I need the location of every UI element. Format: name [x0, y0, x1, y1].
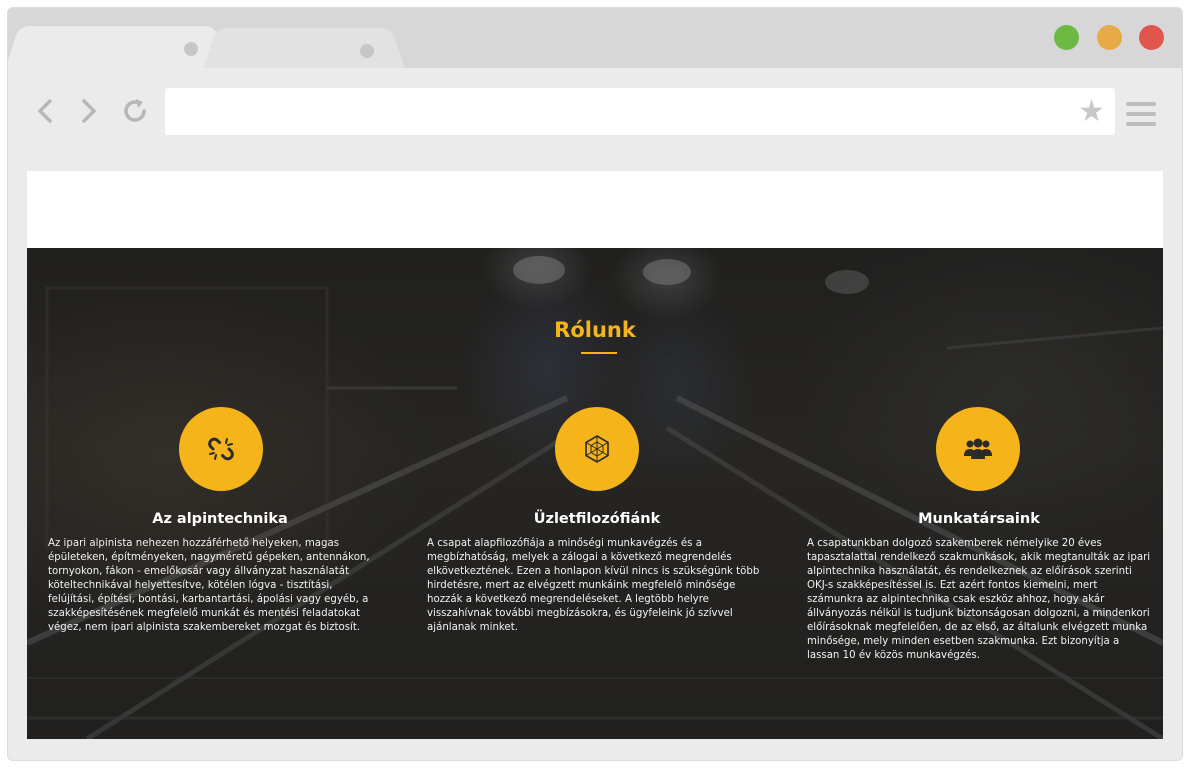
hamburger-menu-icon[interactable]	[1126, 102, 1156, 126]
users-group-icon	[964, 438, 992, 459]
tab-bar	[8, 8, 1182, 70]
tab-close-icon[interactable]	[184, 42, 198, 56]
broken-link-icon	[208, 437, 234, 461]
feature-text: A csapat alapfilozófiája a minőségi munk…	[427, 538, 760, 633]
title-underline	[581, 352, 617, 354]
window-maximize-button[interactable]	[1054, 25, 1079, 50]
window-close-button[interactable]	[1139, 25, 1164, 50]
section-title: Rólunk	[554, 318, 636, 342]
hexagon-network-icon	[585, 435, 609, 463]
forward-arrow-icon[interactable]	[74, 96, 104, 126]
feature-icon-circle	[179, 407, 263, 491]
feature-title: Üzletfilozófiánk	[533, 511, 661, 527]
page-viewport: Rólunk Az alpintechnika Az ipari alpinis…	[27, 171, 1163, 739]
back-arrow-icon[interactable]	[30, 96, 60, 126]
feature-text: A csapatunkban dolgozó szakemberek némel…	[807, 538, 1151, 661]
browser-tab-inactive[interactable]	[220, 28, 388, 68]
feature-icon-circle	[936, 407, 1020, 491]
window-minimize-button[interactable]	[1097, 25, 1122, 50]
feature-title: Az alpintechnika	[152, 511, 288, 527]
browser-window: ★ Rólunk Az alpintechnika Az ipari alpin…	[7, 7, 1183, 761]
address-bar[interactable]: ★	[165, 88, 1115, 135]
browser-toolbar: ★	[8, 68, 1182, 156]
about-section: Rólunk Az alpintechnika Az ipari alpinis…	[27, 248, 1163, 739]
reload-icon[interactable]	[120, 96, 150, 126]
feature-title: Munkatársaink	[918, 511, 1040, 527]
tab-close-icon[interactable]	[360, 44, 374, 58]
feature-icon-circle	[555, 407, 639, 491]
feature-text: Az ipari alpinista nehezen hozzáférhető …	[48, 538, 370, 633]
star-icon[interactable]: ★	[1078, 94, 1105, 129]
browser-tab-active[interactable]	[22, 26, 212, 70]
